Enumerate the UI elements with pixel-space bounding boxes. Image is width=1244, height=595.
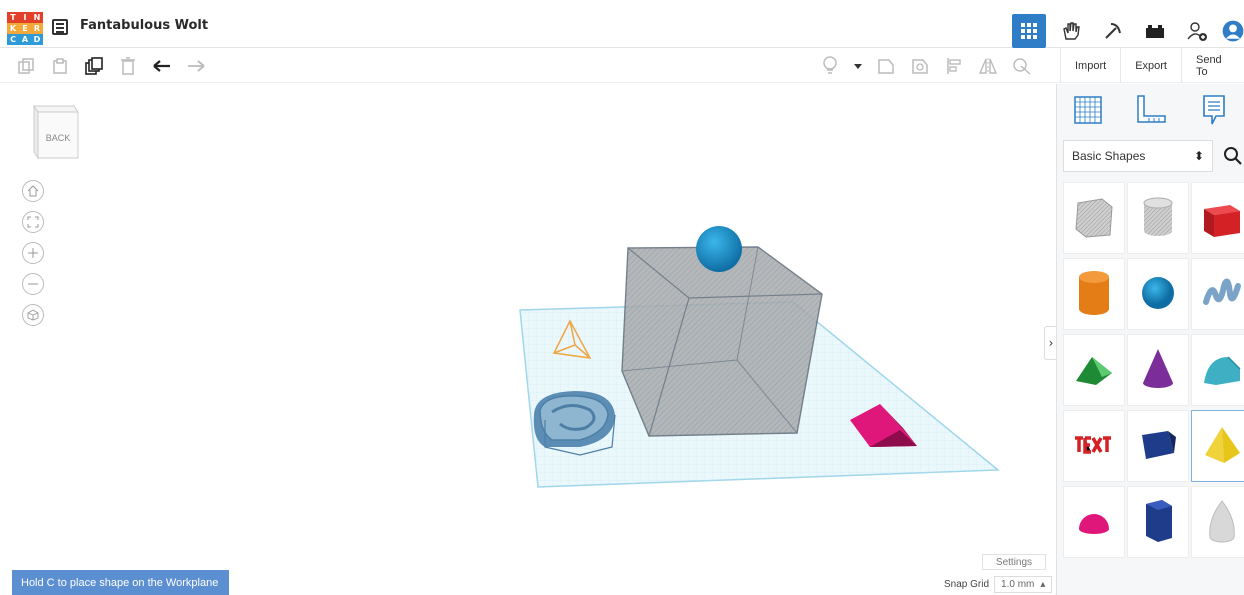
light-bulb-icon[interactable] bbox=[818, 54, 842, 78]
edit-toolbar: Import Export Send To bbox=[0, 48, 1244, 83]
half-sphere-icon bbox=[1076, 507, 1112, 538]
undo-icon[interactable] bbox=[150, 54, 174, 78]
view-navigation bbox=[22, 180, 44, 326]
send-to-button[interactable]: Send To bbox=[1180, 48, 1244, 83]
mirror-icon[interactable] bbox=[976, 54, 1000, 78]
top-right-actions bbox=[1012, 14, 1244, 48]
logo-letter: E bbox=[19, 23, 31, 34]
box-hole-icon bbox=[1072, 195, 1116, 242]
shape-tile-paraboloid[interactable] bbox=[1191, 486, 1244, 558]
logo-letter: D bbox=[31, 34, 43, 45]
wedge-icon bbox=[1138, 427, 1178, 466]
placement-hint: Hold C to place shape on the Workplane bbox=[12, 570, 229, 595]
group-icon[interactable] bbox=[1010, 54, 1034, 78]
logo-letter: C bbox=[7, 34, 19, 45]
pyramid-icon bbox=[1202, 425, 1242, 468]
ortho-icon[interactable] bbox=[22, 304, 44, 326]
redo-icon[interactable] bbox=[184, 54, 208, 78]
shape-tile-cylinder[interactable] bbox=[1063, 258, 1125, 330]
zoom-in-icon[interactable] bbox=[22, 242, 44, 264]
paraboloid-icon bbox=[1206, 499, 1238, 546]
pickaxe-icon[interactable] bbox=[1096, 14, 1130, 48]
add-user-icon[interactable] bbox=[1180, 14, 1214, 48]
logo-letter: K bbox=[7, 23, 19, 34]
shapes-panel: Basic Shapes ⬍ bbox=[1056, 84, 1244, 595]
dropdown-icon[interactable] bbox=[852, 54, 864, 78]
copy-icon[interactable] bbox=[14, 54, 38, 78]
notes-icon[interactable] bbox=[1194, 90, 1234, 130]
hole-icon[interactable] bbox=[908, 54, 932, 78]
fit-view-icon[interactable] bbox=[22, 211, 44, 233]
grid-view-icon[interactable] bbox=[1012, 14, 1046, 48]
shape-tile-text[interactable] bbox=[1063, 410, 1125, 482]
logo-letter: T bbox=[7, 12, 19, 23]
workplane-viewport[interactable] bbox=[0, 84, 1055, 595]
cylinder-hole-icon bbox=[1140, 195, 1176, 242]
snap-grid-select[interactable]: 1.0 mm ▴ bbox=[994, 576, 1053, 593]
shape-tile-box[interactable] bbox=[1191, 182, 1244, 254]
hands-icon[interactable] bbox=[1054, 14, 1088, 48]
snap-grid-label: Snap Grid bbox=[944, 579, 990, 590]
logo-letter: N bbox=[31, 12, 43, 23]
shape-tile-round-roof[interactable] bbox=[1191, 334, 1244, 406]
snap-grid-control: Snap Grid 1.0 mm ▴ bbox=[944, 576, 1053, 593]
shapes-grid bbox=[1063, 182, 1244, 562]
logo-letter: A bbox=[19, 34, 31, 45]
shape-tile-cylinder-hole[interactable] bbox=[1127, 182, 1189, 254]
shape-tools bbox=[818, 54, 1034, 78]
user-avatar-icon[interactable] bbox=[1222, 14, 1244, 48]
text-icon bbox=[1071, 432, 1117, 461]
ruler-icon[interactable] bbox=[1131, 90, 1171, 130]
solid-icon[interactable] bbox=[874, 54, 898, 78]
bricks-icon[interactable] bbox=[1138, 14, 1172, 48]
logo-letter: I bbox=[19, 12, 31, 23]
snap-grid-value: 1.0 mm bbox=[1001, 579, 1035, 590]
top-bar: TIN KER CAD Fantabulous Wolt bbox=[0, 0, 1244, 48]
box-icon bbox=[1200, 195, 1244, 242]
shape-category-label: Basic Shapes bbox=[1072, 149, 1146, 163]
shape-tile-roof[interactable] bbox=[1063, 334, 1125, 406]
hole-box-shape[interactable] bbox=[621, 246, 823, 437]
zoom-out-icon[interactable] bbox=[22, 273, 44, 295]
round-roof-icon bbox=[1200, 351, 1244, 390]
snap-up-icon: ▴ bbox=[1040, 579, 1046, 590]
roof-icon bbox=[1072, 351, 1116, 390]
shape-tile-sphere[interactable] bbox=[1127, 258, 1189, 330]
logo-letter: R bbox=[31, 23, 43, 34]
tinkercad-logo[interactable]: TIN KER CAD bbox=[7, 12, 43, 45]
shape-tile-polygon[interactable] bbox=[1127, 486, 1189, 558]
view-cube-face-label: BACK bbox=[45, 133, 71, 143]
file-actions: Import Export Send To bbox=[1060, 48, 1244, 83]
align-icon[interactable] bbox=[942, 54, 966, 78]
scribble-icon bbox=[1202, 276, 1242, 313]
export-button[interactable]: Export bbox=[1120, 48, 1181, 83]
shape-tile-box-hole[interactable] bbox=[1063, 182, 1125, 254]
duplicate-icon[interactable] bbox=[82, 54, 106, 78]
shape-tile-half-sphere[interactable] bbox=[1063, 486, 1125, 558]
shape-tile-pyramid[interactable] bbox=[1191, 410, 1244, 482]
design-list-icon[interactable] bbox=[52, 19, 68, 35]
panel-tabs bbox=[1057, 90, 1244, 130]
sphere-shape[interactable] bbox=[696, 226, 742, 272]
workplane-scene[interactable] bbox=[0, 84, 1055, 595]
shape-tile-cone[interactable] bbox=[1127, 334, 1189, 406]
import-button[interactable]: Import bbox=[1060, 48, 1120, 83]
settings-button[interactable]: Settings bbox=[982, 554, 1046, 570]
cone-icon bbox=[1140, 347, 1176, 394]
shape-tile-wedge[interactable] bbox=[1127, 410, 1189, 482]
select-arrows-icon: ⬍ bbox=[1193, 149, 1204, 163]
polygon-icon bbox=[1140, 498, 1176, 547]
sphere-icon bbox=[1140, 275, 1176, 314]
workplane-icon[interactable] bbox=[1068, 90, 1108, 130]
cylinder-icon bbox=[1076, 269, 1112, 320]
shape-category-select[interactable]: Basic Shapes ⬍ bbox=[1063, 140, 1213, 172]
edit-actions bbox=[14, 54, 208, 78]
delete-icon[interactable] bbox=[116, 54, 140, 78]
home-icon[interactable] bbox=[22, 180, 44, 202]
search-icon[interactable] bbox=[1223, 146, 1243, 166]
shape-tile-scribble[interactable] bbox=[1191, 258, 1244, 330]
paste-icon[interactable] bbox=[48, 54, 72, 78]
document-title[interactable]: Fantabulous Wolt bbox=[80, 18, 208, 33]
view-cube[interactable]: BACK bbox=[28, 102, 80, 162]
